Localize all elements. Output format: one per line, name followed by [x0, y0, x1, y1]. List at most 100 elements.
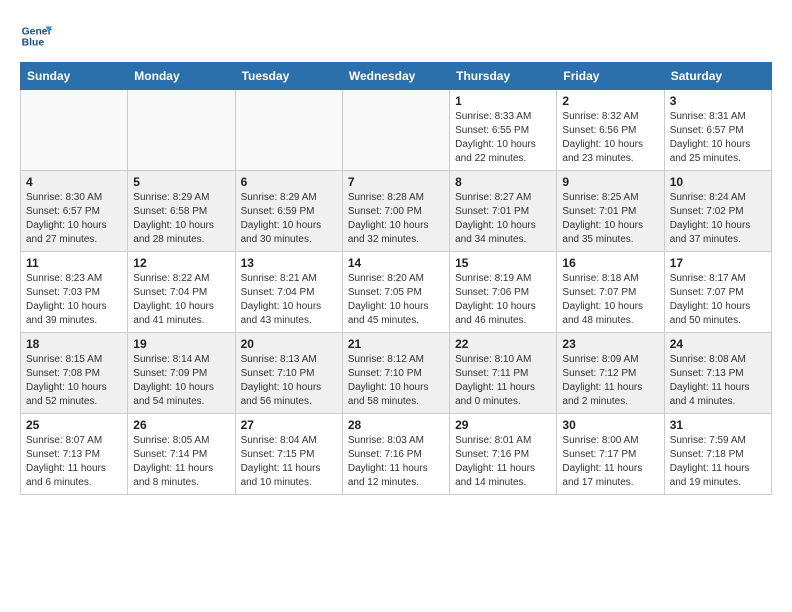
calendar-day-22: 22 Sunrise: 8:10 AM Sunset: 7:11 PM Dayli…	[450, 333, 557, 414]
day-number: 24	[670, 337, 766, 351]
day-info: Sunrise: 8:20 AM Sunset: 7:05 PM Dayligh…	[348, 272, 444, 328]
day-number: 21	[348, 337, 444, 351]
day-info: Sunrise: 8:19 AM Sunset: 7:06 PM Dayligh…	[455, 272, 551, 328]
day-info: Sunrise: 8:32 AM Sunset: 6:56 PM Dayligh…	[562, 110, 658, 166]
calendar-day-14: 14Sunrise: 8:20 AM Sunset: 7:05 PM Dayli…	[342, 252, 449, 333]
calendar-day-29: 29 Sunrise: 8:01 AM Sunset: 7:16 PM Dayli…	[450, 414, 557, 495]
page-header: General Blue	[20, 20, 772, 52]
day-number: 3	[670, 94, 766, 108]
day-info: Sunrise: 8:09 AM Sunset: 7:12 PM Dayligh…	[562, 353, 658, 409]
day-info: Sunrise: 8:13 AM Sunset: 7:10 PM Dayligh…	[241, 353, 337, 409]
calendar-week-row: 1 Sunrise: 8:33 AM Sunset: 6:55 PM Daylig…	[21, 90, 772, 171]
logo: General Blue	[20, 20, 52, 52]
weekday-header-tuesday: Tuesday	[235, 63, 342, 90]
day-number: 20	[241, 337, 337, 351]
day-number: 28	[348, 418, 444, 432]
calendar-day-25: 25Sunrise: 8:07 AM Sunset: 7:13 PM Dayli…	[21, 414, 128, 495]
calendar-day-empty	[128, 90, 235, 171]
day-number: 27	[241, 418, 337, 432]
day-number: 13	[241, 256, 337, 270]
calendar-day-13: 13 Sunrise: 8:21 AM Sunset: 7:04 PM Dayli…	[235, 252, 342, 333]
logo-icon: General Blue	[20, 20, 52, 52]
weekday-header-monday: Monday	[128, 63, 235, 90]
day-info: Sunrise: 8:28 AM Sunset: 7:00 PM Dayligh…	[348, 191, 444, 247]
day-number: 5	[133, 175, 229, 189]
calendar-day-empty	[21, 90, 128, 171]
day-number: 17	[670, 256, 766, 270]
day-number: 26	[133, 418, 229, 432]
day-info: Sunrise: 8:12 AM Sunset: 7:10 PM Dayligh…	[348, 353, 444, 409]
day-info: Sunrise: 8:15 AM Sunset: 7:08 PM Dayligh…	[26, 353, 122, 409]
day-number: 15	[455, 256, 551, 270]
day-info: Sunrise: 8:31 AM Sunset: 6:57 PM Dayligh…	[670, 110, 766, 166]
svg-text:Blue: Blue	[22, 38, 45, 49]
day-number: 29	[455, 418, 551, 432]
weekday-header-wednesday: Wednesday	[342, 63, 449, 90]
calendar-table: SundayMondayTuesdayWednesdayThursdayFrid…	[20, 62, 772, 495]
day-info: Sunrise: 8:10 AM Sunset: 7:11 PM Dayligh…	[455, 353, 551, 409]
calendar-day-31: 31 Sunrise: 7:59 AM Sunset: 7:18 PM Dayli…	[664, 414, 771, 495]
day-info: Sunrise: 8:29 AM Sunset: 6:59 PM Dayligh…	[241, 191, 337, 247]
calendar-day-24: 24 Sunrise: 8:08 AM Sunset: 7:13 PM Dayli…	[664, 333, 771, 414]
calendar-day-12: 12 Sunrise: 8:22 AM Sunset: 7:04 PM Dayli…	[128, 252, 235, 333]
day-number: 6	[241, 175, 337, 189]
day-number: 10	[670, 175, 766, 189]
day-info: Sunrise: 7:59 AM Sunset: 7:18 PM Dayligh…	[670, 434, 766, 490]
weekday-header-thursday: Thursday	[450, 63, 557, 90]
calendar-day-19: 19 Sunrise: 8:14 AM Sunset: 7:09 PM Dayli…	[128, 333, 235, 414]
calendar-week-row: 4Sunrise: 8:30 AM Sunset: 6:57 PM Daylig…	[21, 171, 772, 252]
day-number: 22	[455, 337, 551, 351]
calendar-week-row: 18 Sunrise: 8:15 AM Sunset: 7:08 PM Dayli…	[21, 333, 772, 414]
weekday-header-saturday: Saturday	[664, 63, 771, 90]
calendar-day-9: 9 Sunrise: 8:25 AM Sunset: 7:01 PM Daylig…	[557, 171, 664, 252]
calendar-day-empty	[342, 90, 449, 171]
calendar-day-20: 20 Sunrise: 8:13 AM Sunset: 7:10 PM Dayli…	[235, 333, 342, 414]
calendar-day-7: 7 Sunrise: 8:28 AM Sunset: 7:00 PM Daylig…	[342, 171, 449, 252]
day-info: Sunrise: 8:29 AM Sunset: 6:58 PM Dayligh…	[133, 191, 229, 247]
day-info: Sunrise: 8:22 AM Sunset: 7:04 PM Dayligh…	[133, 272, 229, 328]
day-info: Sunrise: 8:01 AM Sunset: 7:16 PM Dayligh…	[455, 434, 551, 490]
calendar-day-16: 16Sunrise: 8:18 AM Sunset: 7:07 PM Dayli…	[557, 252, 664, 333]
calendar-day-1: 1 Sunrise: 8:33 AM Sunset: 6:55 PM Daylig…	[450, 90, 557, 171]
day-number: 18	[26, 337, 122, 351]
calendar-day-8: 8 Sunrise: 8:27 AM Sunset: 7:01 PM Daylig…	[450, 171, 557, 252]
calendar-day-28: 28 Sunrise: 8:03 AM Sunset: 7:16 PM Dayli…	[342, 414, 449, 495]
calendar-week-row: 11 Sunrise: 8:23 AM Sunset: 7:03 PM Dayli…	[21, 252, 772, 333]
day-info: Sunrise: 8:18 AM Sunset: 7:07 PM Dayligh…	[562, 272, 658, 328]
calendar-day-17: 17 Sunrise: 8:17 AM Sunset: 7:07 PM Dayli…	[664, 252, 771, 333]
calendar-week-row: 25Sunrise: 8:07 AM Sunset: 7:13 PM Dayli…	[21, 414, 772, 495]
day-info: Sunrise: 8:17 AM Sunset: 7:07 PM Dayligh…	[670, 272, 766, 328]
calendar-day-21: 21 Sunrise: 8:12 AM Sunset: 7:10 PM Dayli…	[342, 333, 449, 414]
day-number: 4	[26, 175, 122, 189]
calendar-day-empty	[235, 90, 342, 171]
day-info: Sunrise: 8:03 AM Sunset: 7:16 PM Dayligh…	[348, 434, 444, 490]
day-number: 23	[562, 337, 658, 351]
day-info: Sunrise: 8:05 AM Sunset: 7:14 PM Dayligh…	[133, 434, 229, 490]
calendar-day-18: 18 Sunrise: 8:15 AM Sunset: 7:08 PM Dayli…	[21, 333, 128, 414]
day-info: Sunrise: 8:00 AM Sunset: 7:17 PM Dayligh…	[562, 434, 658, 490]
calendar-day-3: 3 Sunrise: 8:31 AM Sunset: 6:57 PM Daylig…	[664, 90, 771, 171]
day-info: Sunrise: 8:24 AM Sunset: 7:02 PM Dayligh…	[670, 191, 766, 247]
day-number: 1	[455, 94, 551, 108]
calendar-day-30: 30Sunrise: 8:00 AM Sunset: 7:17 PM Dayli…	[557, 414, 664, 495]
day-info: Sunrise: 8:27 AM Sunset: 7:01 PM Dayligh…	[455, 191, 551, 247]
weekday-header-row: SundayMondayTuesdayWednesdayThursdayFrid…	[21, 63, 772, 90]
day-info: Sunrise: 8:14 AM Sunset: 7:09 PM Dayligh…	[133, 353, 229, 409]
day-info: Sunrise: 8:25 AM Sunset: 7:01 PM Dayligh…	[562, 191, 658, 247]
day-number: 7	[348, 175, 444, 189]
day-info: Sunrise: 8:33 AM Sunset: 6:55 PM Dayligh…	[455, 110, 551, 166]
day-number: 9	[562, 175, 658, 189]
calendar-day-26: 26 Sunrise: 8:05 AM Sunset: 7:14 PM Dayli…	[128, 414, 235, 495]
day-info: Sunrise: 8:04 AM Sunset: 7:15 PM Dayligh…	[241, 434, 337, 490]
day-info: Sunrise: 8:21 AM Sunset: 7:04 PM Dayligh…	[241, 272, 337, 328]
day-number: 8	[455, 175, 551, 189]
day-number: 2	[562, 94, 658, 108]
day-number: 11	[26, 256, 122, 270]
calendar-day-10: 10 Sunrise: 8:24 AM Sunset: 7:02 PM Dayli…	[664, 171, 771, 252]
day-number: 19	[133, 337, 229, 351]
day-number: 31	[670, 418, 766, 432]
day-info: Sunrise: 8:23 AM Sunset: 7:03 PM Dayligh…	[26, 272, 122, 328]
day-info: Sunrise: 8:08 AM Sunset: 7:13 PM Dayligh…	[670, 353, 766, 409]
day-number: 12	[133, 256, 229, 270]
calendar-day-15: 15 Sunrise: 8:19 AM Sunset: 7:06 PM Dayli…	[450, 252, 557, 333]
